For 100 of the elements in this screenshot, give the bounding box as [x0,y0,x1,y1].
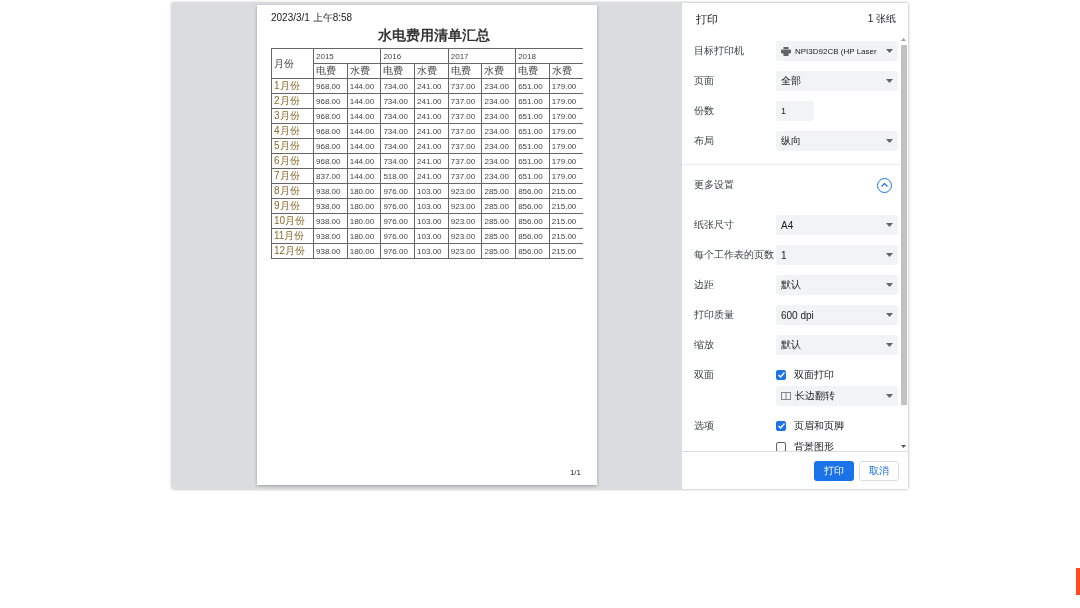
dropdown-caret-icon [886,223,893,227]
table-header: 月份 [271,48,314,79]
book-icon [781,392,791,400]
table-header: 水费 [347,63,381,79]
scroll-up-icon[interactable] [901,38,906,41]
setting-label: 打印质量 [694,308,735,322]
table-cell: 103.00 [414,198,449,214]
table-cell: 976.00 [380,243,415,259]
table-cell: 976.00 [380,198,415,214]
table-cell: 734.00 [380,93,415,109]
table-cell: 103.00 [414,183,449,199]
table-cell: 144.00 [347,153,381,169]
table-cell: 285.00 [481,228,516,244]
table-cell: 968.00 [313,138,348,154]
table-cell: 234.00 [481,123,516,139]
table-cell: 144.00 [347,78,381,94]
table-cell: 651.00 [515,78,550,94]
table-cell: 285.00 [481,183,516,199]
table-header: 电费 [515,63,550,79]
scroll-down-icon[interactable] [901,445,906,448]
table-header: 电费 [380,63,415,79]
dropdown[interactable]: NPI3D92CB (HP Laser [776,41,898,61]
table-cell: 234.00 [481,138,516,154]
table-cell: 734.00 [380,78,415,94]
table-cell: 651.00 [515,123,550,139]
dropdown[interactable]: A4 [776,215,898,235]
table-header: 2015 [313,48,381,64]
table-cell: 737.00 [448,108,482,124]
table-cell: 241.00 [414,78,449,94]
dropdown-caret-icon [886,394,893,398]
table-cell: 856.00 [515,183,550,199]
timestamp: 2023/3/1 上午8:58 [271,11,353,25]
table-cell: 938.00 [313,183,348,199]
printer-icon [781,46,791,56]
table-cell: 651.00 [515,138,550,154]
table-cell: 285.00 [481,243,516,259]
table-cell: 180.00 [347,198,381,214]
dialog-title: 打印 [696,11,718,27]
setting-label: 选项 [694,419,715,433]
print-button[interactable]: 打印 [814,460,854,481]
table-header: 水费 [481,63,516,79]
table-cell: 234.00 [481,168,516,184]
table-cell: 241.00 [414,93,449,109]
dropdown[interactable]: 默认 [776,335,898,355]
table-cell: 737.00 [448,138,482,154]
dropdown-caret-icon [886,49,893,53]
table-cell: 11月份 [271,228,314,244]
table-cell: 856.00 [515,243,550,259]
table-cell: 837.00 [313,168,348,184]
table-cell: 737.00 [448,93,482,109]
checkbox-label: 背景图形 [794,440,834,451]
setting-label: 边距 [694,278,715,292]
table-cell: 9月份 [271,198,314,214]
table-cell: 241.00 [414,168,449,184]
expand-button[interactable] [877,177,892,193]
dropdown[interactable]: 长边翻转 [776,386,898,406]
table-cell: 234.00 [481,108,516,124]
sheet-count: 1 张纸 [867,12,896,26]
table-cell: 856.00 [515,198,550,214]
dropdown-caret-icon [886,79,893,83]
dropdown-caret-icon [886,139,893,143]
cancel-button[interactable]: 取消 [859,460,899,481]
table-cell: 103.00 [414,213,449,229]
table-cell: 734.00 [380,138,415,154]
table-cell: 103.00 [414,228,449,244]
dropdown[interactable]: 600 dpi [776,305,898,325]
table-cell: 4月份 [271,123,314,139]
table-cell: 651.00 [515,153,550,169]
table-cell: 737.00 [448,123,482,139]
table-cell: 923.00 [448,228,482,244]
setting-label: 双面 [694,368,715,382]
table-cell: 241.00 [414,138,449,154]
dropdown-caret-icon [886,343,893,347]
table-cell: 103.00 [414,243,449,259]
table-cell: 12月份 [271,243,314,259]
dropdown[interactable]: 1 [776,245,898,265]
table-cell: 938.00 [313,243,348,259]
checkbox[interactable] [776,421,786,431]
checkbox[interactable] [776,370,786,380]
table-cell: 968.00 [313,93,348,109]
table-cell: 968.00 [313,153,348,169]
dropdown-caret-icon [886,313,893,317]
dropdown-caret-icon [886,253,893,257]
table-header: 水费 [414,63,449,79]
table-cell: 241.00 [414,123,449,139]
checkbox[interactable] [776,442,786,451]
copies-field[interactable]: 1 [776,101,814,121]
setting-label: 份数 [694,104,715,118]
table-cell: 144.00 [347,138,381,154]
table-cell: 8月份 [271,183,314,199]
dropdown[interactable]: 默认 [776,275,898,295]
dropdown[interactable]: 全部 [776,71,898,91]
table-cell: 651.00 [515,93,550,109]
table-header: 水费 [549,63,583,79]
table-cell: 968.00 [313,123,348,139]
dropdown[interactable]: 纵向 [776,131,898,151]
scrollbar[interactable] [900,35,908,451]
table-cell: 5月份 [271,138,314,154]
setting-label: 纸张尺寸 [694,218,735,232]
table-cell: 6月份 [271,153,314,169]
